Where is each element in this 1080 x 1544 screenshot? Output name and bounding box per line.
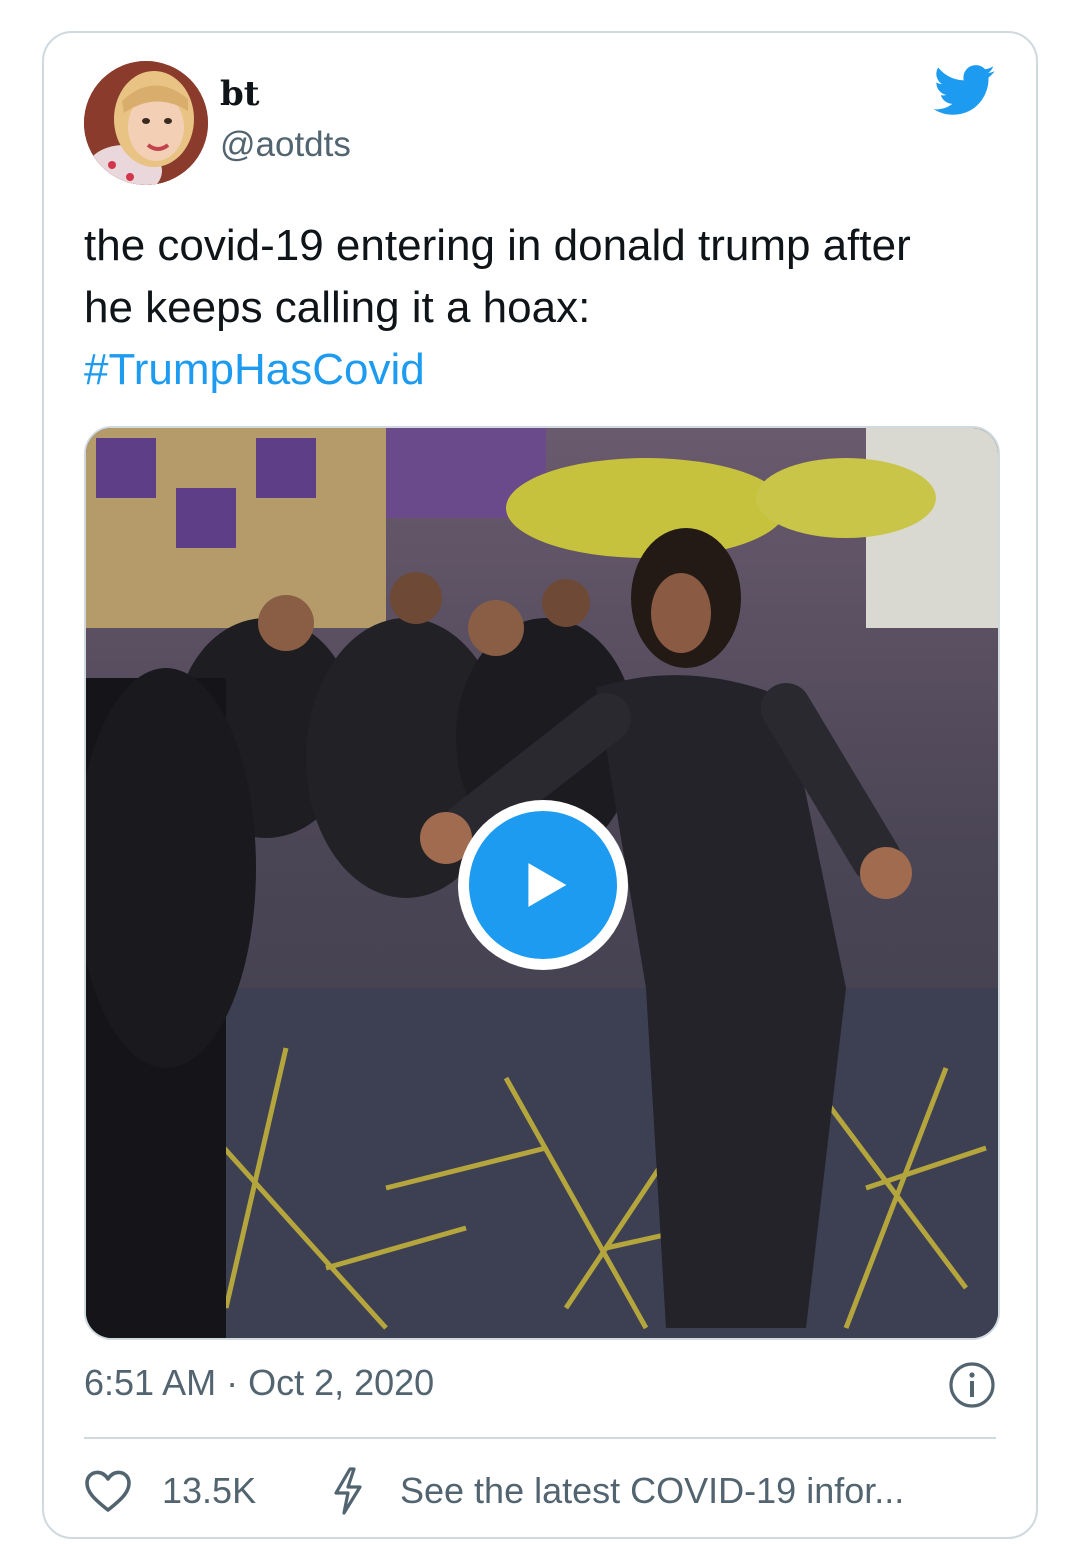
tweet-card[interactable]: bt @aotdts the covid-19 entering in dona…: [42, 31, 1038, 1539]
avatar[interactable]: [84, 61, 208, 185]
handle[interactable]: @aotdts: [220, 127, 351, 162]
hashtag-link[interactable]: #TrumpHasCovid: [84, 339, 1014, 401]
action-bar: 13.5K See the latest COVID-19 infor...: [84, 1465, 1000, 1515]
heart-icon[interactable]: [84, 1469, 132, 1513]
like-count[interactable]: 13.5K: [162, 1473, 256, 1509]
play-icon: [528, 863, 567, 907]
tweet-text-line: the covid-19 entering in donald trump af…: [84, 221, 911, 270]
info-icon[interactable]: [948, 1361, 996, 1409]
divider: [84, 1437, 996, 1439]
twitter-bird-icon[interactable]: [934, 65, 996, 117]
play-button[interactable]: [458, 800, 628, 970]
tweet-text-line: he keeps calling it a hoax:: [84, 283, 591, 332]
video-player[interactable]: [84, 426, 1000, 1340]
display-name[interactable]: bt: [220, 77, 259, 111]
covid-info-link[interactable]: See the latest COVID-19 infor...: [400, 1473, 904, 1509]
tweet-text: the covid-19 entering in donald trump af…: [84, 215, 1014, 401]
timestamp[interactable]: 6:51 AM · Oct 2, 2020: [84, 1365, 434, 1401]
lightning-icon[interactable]: [330, 1467, 366, 1515]
